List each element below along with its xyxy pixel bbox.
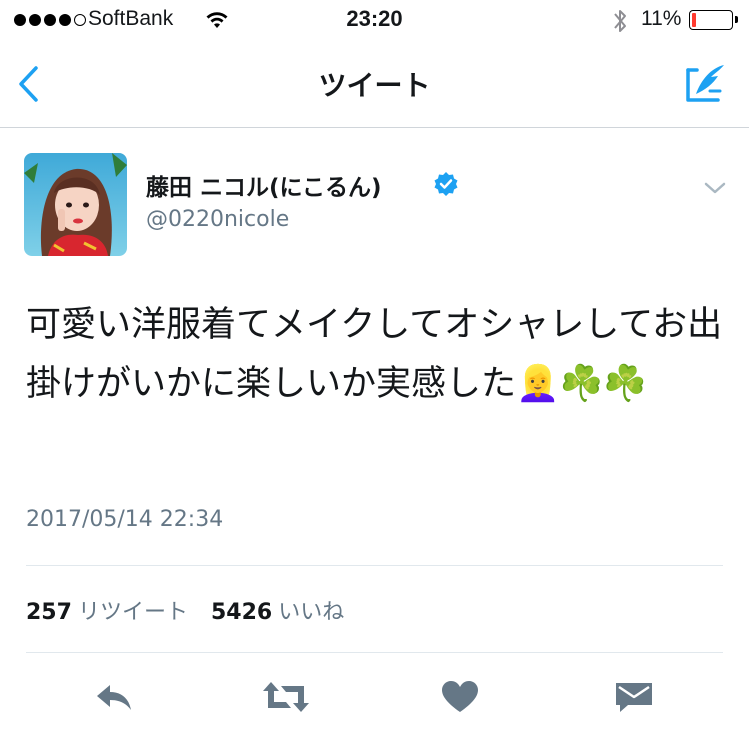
retweet-count: 257 [26, 600, 72, 625]
avatar[interactable] [24, 153, 127, 256]
bluetooth-icon [612, 7, 628, 39]
chevron-down-icon [704, 182, 726, 194]
retweet-icon [263, 682, 309, 712]
retweet-button[interactable] [260, 672, 312, 722]
navigation-bar: ツイート [0, 42, 749, 128]
like-count: 5426 [210, 600, 273, 625]
tweet-actions [0, 672, 749, 722]
tweet-text: 可愛い洋服着てメイクしてオシャレしてお出掛けがいかに楽しいか実感した👱‍♀️☘️… [26, 305, 723, 404]
like-icon [442, 681, 478, 712]
page-title: ツイート [318, 69, 431, 102]
divider [26, 652, 723, 653]
battery-percent: 11% [641, 7, 682, 30]
retweet-stat[interactable]: 257 リツイート [26, 600, 211, 625]
retweet-label: リツイート [77, 600, 188, 625]
verified-badge-icon [433, 171, 459, 201]
like-button[interactable] [434, 672, 486, 722]
tweet-stats: 257 リツイート 5426 いいね [26, 594, 360, 626]
direct-message-button[interactable] [608, 672, 660, 722]
tweet-options-button[interactable] [700, 176, 730, 200]
clock: 23:20 [346, 6, 403, 31]
user-handle[interactable]: @0220nicole [146, 207, 289, 232]
compose-tweet-button[interactable] [683, 60, 729, 106]
like-label: いいね [278, 600, 345, 625]
battery-icon [689, 10, 738, 30]
compose-tweet-icon [686, 65, 724, 102]
reply-icon [97, 685, 131, 710]
tweet-timestamp: 2017/05/14 22:34 [26, 507, 224, 532]
reply-button[interactable] [88, 672, 140, 722]
status-bar: SoftBank 23:20 11% [0, 0, 749, 42]
divider [26, 565, 723, 566]
direct-message-icon [616, 683, 652, 712]
like-stat[interactable]: 5426 いいね [211, 600, 360, 625]
display-name[interactable]: 藤田 ニコル(にこるん) [146, 168, 382, 202]
